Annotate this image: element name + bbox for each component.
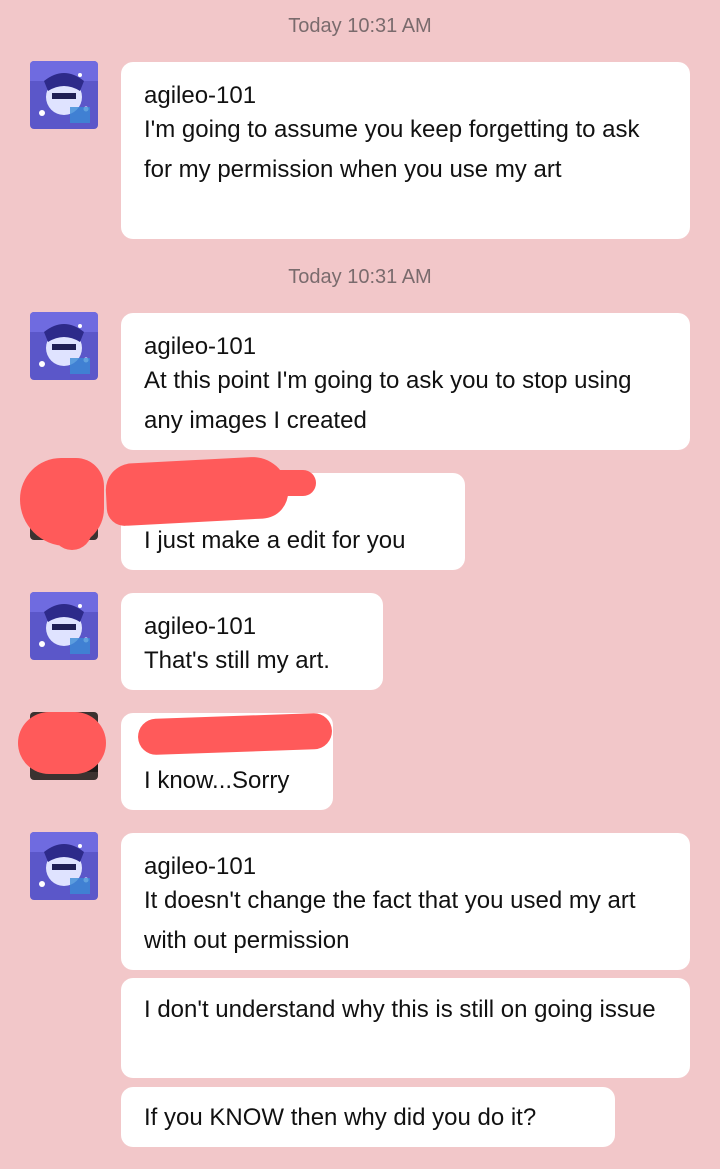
message-text: That's still my art. [144, 647, 330, 674]
message-sender: agileo-101 [144, 82, 257, 109]
message-bubble[interactable]: If you KNOW then why did you do it? [121, 1087, 615, 1147]
message-text: I know...Sorry [144, 767, 290, 794]
message-bubble[interactable]: agileo-101 It doesn't change the fact th… [121, 833, 690, 970]
message-text: If you KNOW then why did you do it? [144, 1104, 537, 1131]
message-bubble[interactable]: agileo-101 At this point I'm going to as… [121, 313, 690, 450]
message-bubble[interactable]: agileo-101 I'm going to assume you keep … [121, 62, 690, 239]
message-bubble[interactable]: I don't understand why this is still on … [121, 978, 690, 1078]
redaction-mark [240, 470, 316, 496]
message-text: I don't understand why this is still on … [144, 996, 656, 1023]
message-text: It doesn't change the fact that you used… [144, 887, 636, 954]
message-sender: agileo-101 [144, 333, 257, 360]
redaction-mark [137, 712, 333, 756]
message-text: I just make a edit for you [144, 527, 406, 554]
redaction-mark [52, 500, 92, 550]
message-text: I'm going to assume you keep forgetting … [144, 116, 640, 183]
anime-avatar-icon[interactable] [30, 592, 98, 660]
anime-avatar-icon[interactable] [30, 832, 98, 900]
timestamp: Today 10:31 AM [288, 15, 432, 37]
anime-avatar-icon[interactable] [30, 312, 98, 380]
redaction-mark [18, 712, 106, 774]
anime-avatar-icon[interactable] [30, 61, 98, 129]
message-text: At this point I'm going to ask you to st… [144, 367, 632, 434]
message-bubble[interactable]: agileo-101 That's still my art. [121, 593, 383, 690]
chat-thread: Today 10:31 AM agileo-101 I'm going to a… [0, 0, 720, 1169]
timestamp: Today 10:31 AM [288, 266, 432, 288]
message-sender: agileo-101 [144, 853, 257, 880]
message-sender: agileo-101 [144, 613, 257, 640]
